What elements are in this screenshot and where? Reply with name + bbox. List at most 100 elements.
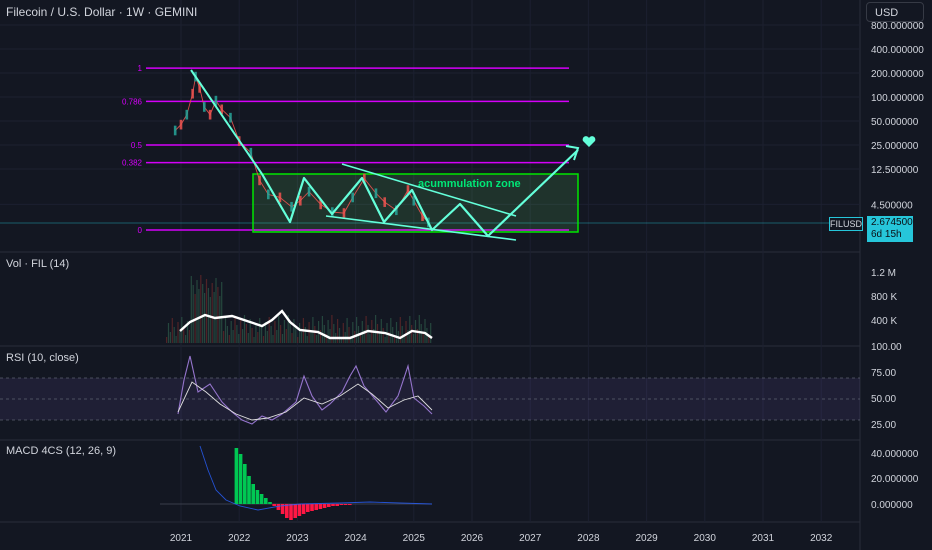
price-candle	[202, 102, 206, 112]
rsi-axis-tick: 75.00	[871, 368, 896, 379]
price-candle	[290, 201, 293, 212]
volume-bar	[171, 318, 173, 343]
price-axis-tick: 12.500000	[871, 165, 919, 176]
volume-bar	[167, 323, 170, 343]
macd-histogram-bar	[348, 504, 352, 505]
macd-histogram-bar	[327, 504, 331, 507]
volume-bar	[274, 321, 276, 343]
chart-title: Filecoin / U.S. Dollar · 1W · GEMINI	[6, 5, 198, 19]
macd-histogram-bar	[306, 504, 310, 512]
volume-bar	[348, 327, 350, 343]
macd-histogram-bar	[293, 504, 297, 518]
macd-histogram-bar	[318, 504, 323, 509]
volume-bar	[352, 322, 354, 343]
volume-bar	[369, 334, 371, 343]
macd-histogram-bar	[238, 454, 243, 504]
volume-bar	[283, 320, 285, 343]
volume-bar	[234, 316, 236, 343]
volume-bar	[285, 329, 287, 343]
price-candle	[258, 175, 261, 186]
volume-bar	[217, 287, 219, 343]
volume-bar	[384, 337, 386, 343]
price-candle	[278, 192, 282, 203]
time-axis-tick: 2026	[461, 533, 484, 544]
volume-bar	[278, 316, 280, 343]
volume-pane-label: Vol · FIL (14)	[6, 258, 70, 270]
volume-bar	[329, 329, 331, 343]
macd-histogram-bar	[251, 484, 255, 504]
volume-bar	[202, 284, 204, 343]
volume-bar	[266, 331, 268, 343]
volume-bar	[346, 318, 348, 343]
time-axis-tick: 2022	[228, 533, 251, 544]
volume-bar	[190, 276, 192, 343]
price-candle	[208, 109, 212, 120]
volume-bar	[312, 317, 314, 343]
volume-bar	[359, 335, 361, 343]
volume-axis-tick: 400 K	[871, 316, 897, 327]
price-candle	[299, 195, 302, 206]
volume-bar	[380, 319, 382, 343]
macd-axis-tick: 20.000000	[871, 474, 919, 485]
price-candle	[185, 109, 189, 120]
time-axis-tick: 2021	[170, 533, 193, 544]
volume-bar	[261, 327, 263, 343]
volume-bar	[166, 337, 168, 343]
macd-histogram-bar	[331, 504, 335, 506]
volume-bar	[228, 335, 230, 343]
volume-bar	[188, 330, 190, 343]
volume-bar	[173, 327, 175, 343]
volume-bar	[430, 323, 432, 343]
volume-bar	[169, 332, 171, 343]
rsi-axis-tick: 100.00	[871, 342, 902, 353]
last-price-tag: 2.674500 6d 15h	[867, 216, 913, 242]
volume-bar	[253, 337, 255, 343]
macd-axis-tick: 40.000000	[871, 449, 919, 460]
price-candle	[173, 125, 177, 136]
volume-bar	[236, 325, 238, 343]
price-candle	[351, 192, 354, 203]
volume-bar	[262, 336, 265, 343]
price-candle	[342, 208, 346, 218]
macd-histogram-bar	[314, 504, 318, 510]
macd-histogram-bar	[289, 504, 293, 520]
macd-histogram-bar	[264, 498, 268, 504]
volume-bar	[299, 323, 301, 343]
macd-histogram-bar	[272, 504, 276, 506]
macd-histogram-bar	[247, 476, 251, 504]
volume-bar	[205, 279, 208, 343]
fib-level-label: 1	[138, 64, 143, 73]
price-candle	[383, 197, 386, 207]
volume-bar	[316, 335, 318, 343]
currency-button[interactable]: USD	[866, 2, 924, 22]
volume-bar	[245, 324, 247, 343]
volume-bar	[422, 333, 424, 343]
downtrend-arrow-line	[190, 69, 263, 175]
volume-bar	[306, 336, 308, 343]
macd-histogram-bar	[285, 504, 289, 518]
bar-countdown: 6d 15h	[871, 229, 902, 240]
volume-bar	[226, 326, 228, 343]
volume-bar	[224, 317, 227, 343]
volume-axis-tick: 800 K	[871, 292, 897, 303]
price-axis-tick: 100.000000	[871, 93, 924, 104]
volume-bar	[255, 323, 257, 343]
macd-axis-tick: 0.000000	[871, 500, 913, 511]
price-candle	[307, 186, 311, 197]
volume-bar	[293, 319, 295, 343]
price-axis-tick: 400.000000	[871, 45, 924, 56]
macd-histogram-bar	[297, 504, 302, 516]
volume-bar	[219, 296, 221, 343]
volume-bar	[289, 324, 291, 343]
chart-canvas[interactable]: 800.000000400.000000200.000000100.000000…	[0, 0, 932, 550]
volume-bar	[177, 322, 179, 343]
price-candle	[267, 189, 270, 200]
volume-bar	[259, 318, 261, 343]
volume-bar	[272, 335, 274, 343]
volume-bar	[401, 326, 403, 343]
volume-bar	[242, 329, 244, 343]
price-candle	[229, 112, 232, 123]
time-axis-tick: 2027	[519, 533, 542, 544]
time-axis-tick: 2023	[286, 533, 309, 544]
volume-bar	[257, 332, 259, 343]
